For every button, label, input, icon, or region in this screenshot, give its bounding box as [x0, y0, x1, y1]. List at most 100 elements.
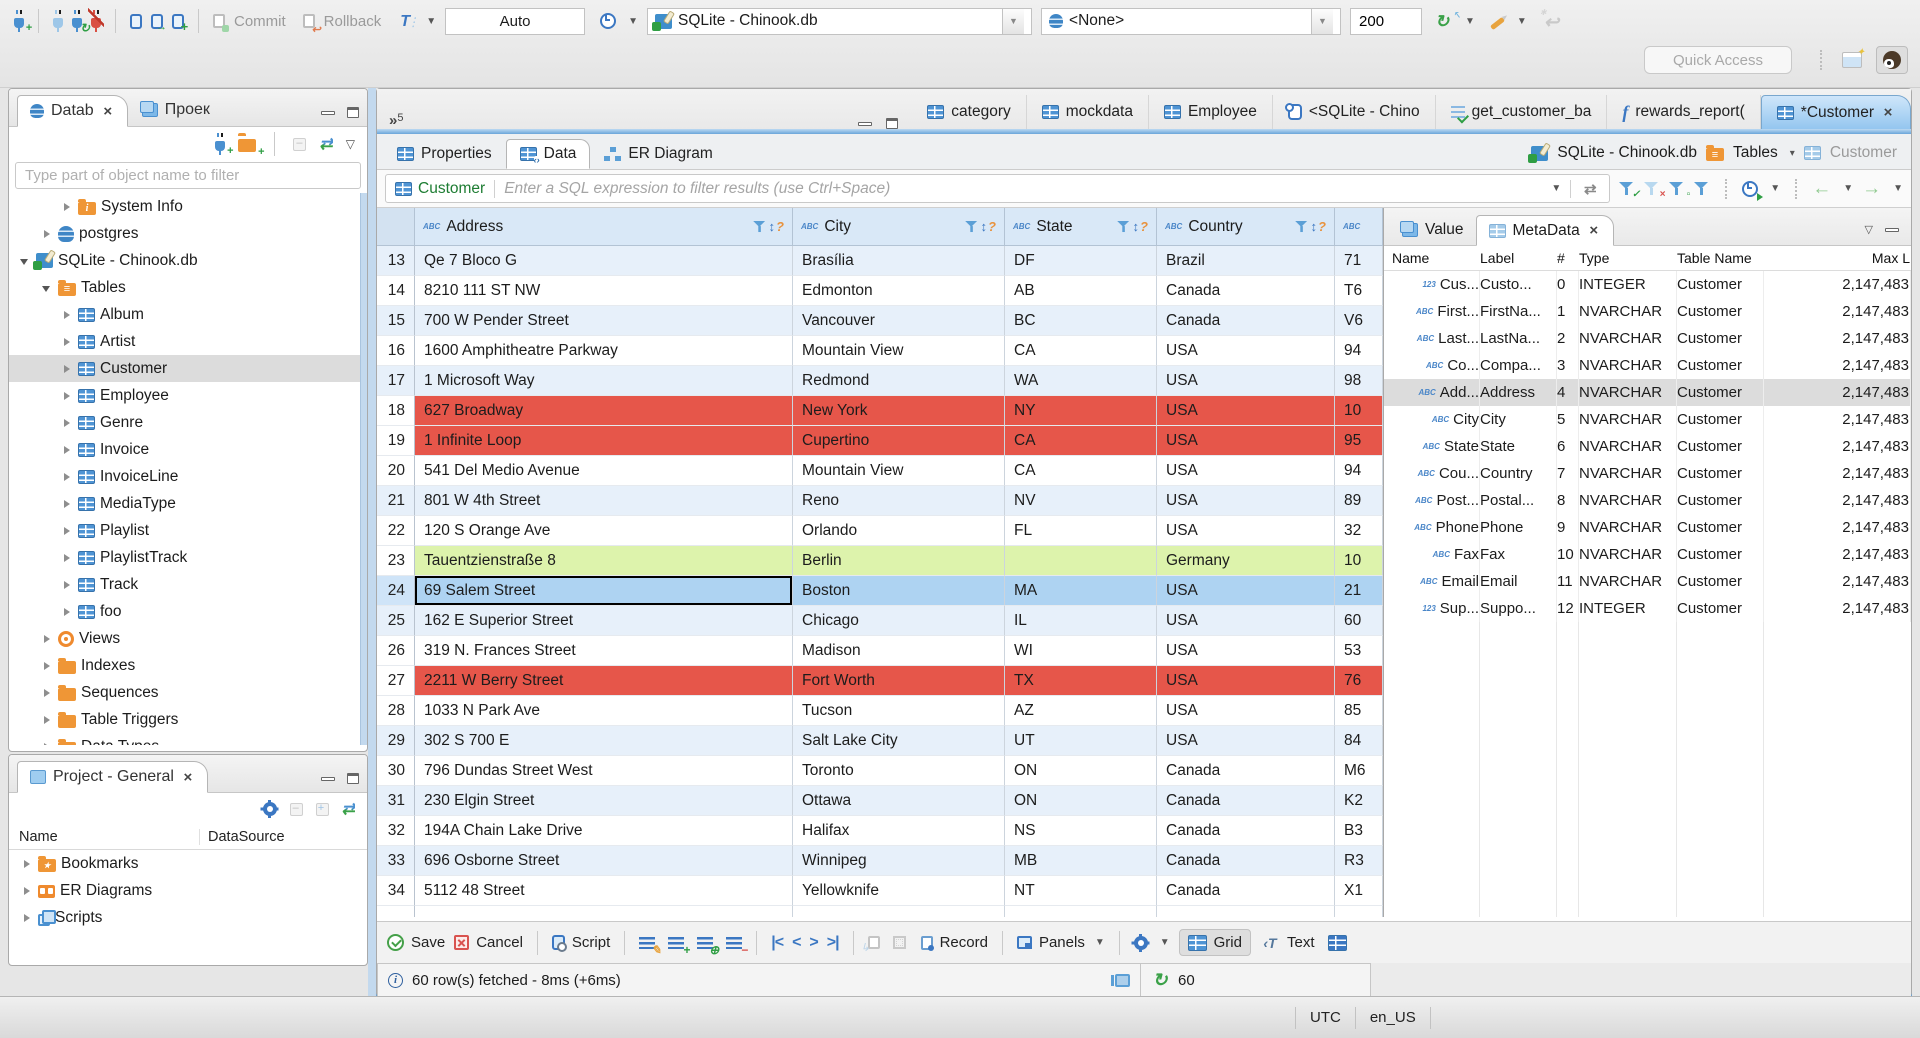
schema-combo[interactable]: <None> ▼ [1041, 7, 1342, 35]
country-cell[interactable]: Canada [1157, 276, 1335, 306]
city-cell[interactable]: Salt Lake City [793, 726, 1005, 756]
state-cell[interactable]: CA [1005, 456, 1157, 486]
column-header[interactable] [1335, 208, 1383, 245]
row-number-cell[interactable]: 27 [377, 666, 415, 696]
auto-refresh-icon[interactable] [1742, 180, 1764, 201]
tree-item[interactable]: Tables [9, 274, 367, 301]
breadcrumb-tables[interactable]: Tables [1733, 144, 1778, 162]
row-number-cell[interactable]: 19 [377, 426, 415, 456]
save-button[interactable]: Save [387, 934, 445, 951]
editor-tab[interactable]: *Customer [1760, 95, 1911, 129]
view-menu-icon[interactable]: ▽ [1865, 223, 1873, 236]
tab-projects[interactable]: Проек [130, 94, 222, 126]
refresh-icon[interactable] [1580, 179, 1600, 199]
editor-tab[interactable]: category [912, 95, 1027, 129]
expand-arrow-icon[interactable] [21, 912, 33, 924]
table-row[interactable]: 14 8210 111 ST NW Edmonton AB Canada T6 [377, 276, 1383, 306]
column-filter-icon[interactable] [1294, 220, 1309, 233]
city-cell[interactable]: Berlin [793, 546, 1005, 576]
minimize-icon[interactable] [1885, 227, 1899, 232]
state-cell[interactable]: NY [1005, 396, 1157, 426]
previous-row-icon[interactable] [792, 934, 800, 952]
expand-arrow-icon[interactable] [61, 444, 73, 456]
expand-arrow-icon[interactable] [41, 741, 53, 745]
row-number-cell[interactable]: 15 [377, 306, 415, 336]
new-connection-icon[interactable]: + [215, 137, 233, 157]
address-cell[interactable]: 2211 W Berry Street [415, 666, 793, 696]
close-icon[interactable] [181, 769, 195, 786]
city-cell[interactable]: Boston [793, 576, 1005, 606]
expand-arrow-icon[interactable] [61, 498, 73, 510]
column-header[interactable]: City [793, 208, 1005, 245]
expand-arrow-icon[interactable] [19, 255, 31, 267]
postalcode-cell[interactable]: 98 [1335, 366, 1383, 396]
country-cell[interactable]: USA [1157, 606, 1335, 636]
tree-item[interactable]: postgres [9, 220, 367, 247]
table-row[interactable]: 13 Qe 7 Bloco G Brasília DF Brazil 71 [377, 246, 1383, 276]
expand-arrow-icon[interactable] [61, 552, 73, 564]
column-sort-icon[interactable] [769, 219, 776, 234]
table-row[interactable]: 20 541 Del Medio Avenue Mountain View CA… [377, 456, 1383, 486]
tree-item[interactable]: Invoice [9, 436, 367, 463]
state-cell[interactable]: NT [1005, 876, 1157, 906]
generate-dropdown-icon[interactable]: ▼ [1517, 16, 1527, 27]
expand-arrow-icon[interactable] [41, 660, 53, 672]
table-row[interactable]: 17 1 Microsoft Way Redmond WA USA 98 [377, 366, 1383, 396]
database-combo-arrow-icon[interactable]: ▼ [1002, 8, 1025, 34]
country-cell[interactable]: Canada [1157, 786, 1335, 816]
cancel-button[interactable]: Cancel [454, 934, 523, 951]
country-cell[interactable]: Brazil [1157, 246, 1335, 276]
expand-arrow-icon[interactable] [61, 417, 73, 429]
city-cell[interactable]: Mountain View [793, 456, 1005, 486]
state-cell[interactable]: NV [1005, 486, 1157, 516]
metadata-row[interactable]: Phone Phone 9 NVARCHAR Customer 2,147,48… [1384, 514, 1911, 541]
postalcode-cell[interactable]: V6 [1335, 306, 1383, 336]
row-number-cell[interactable]: 30 [377, 756, 415, 786]
city-cell[interactable]: Winnipeg [793, 846, 1005, 876]
address-cell[interactable]: Qe 7 Bloco G [415, 246, 793, 276]
minimize-icon[interactable] [321, 776, 335, 781]
country-cell[interactable]: Canada [1157, 816, 1335, 846]
auto-refresh-dropdown-icon[interactable]: ▼ [1770, 183, 1780, 194]
address-cell[interactable]: 1600 Amphitheatre Parkway [415, 336, 793, 366]
tab-value[interactable]: Value [1390, 214, 1476, 245]
country-cell[interactable]: USA [1157, 456, 1335, 486]
expand-arrow-icon[interactable] [61, 201, 73, 213]
tree-item[interactable]: System Info [9, 193, 367, 220]
state-cell[interactable]: DF [1005, 246, 1157, 276]
new-connection-icon[interactable]: + [14, 14, 32, 34]
postalcode-cell[interactable]: 10 [1335, 546, 1383, 576]
state-cell[interactable] [1005, 546, 1157, 576]
address-cell[interactable]: 627 Broadway [415, 396, 793, 426]
postalcode-cell[interactable]: 60 [1335, 606, 1383, 636]
database-combo[interactable]: SQLite - Chinook.db ▼ [647, 7, 1033, 35]
expand-arrow-icon[interactable] [61, 336, 73, 348]
address-cell[interactable]: 700 W Pender Street [415, 306, 793, 336]
new-sql-script-icon[interactable] [172, 13, 188, 34]
expand-arrow-icon[interactable] [21, 858, 33, 870]
country-cell[interactable]: Canada [1157, 876, 1335, 906]
address-cell[interactable]: 801 W 4th Street [415, 486, 793, 516]
city-cell[interactable]: Halifax [793, 816, 1005, 846]
fetch-size-input[interactable] [1350, 7, 1423, 35]
panels-dropdown-icon[interactable]: ▼ [1095, 937, 1105, 948]
row-number-cell[interactable]: 24 [377, 576, 415, 606]
postalcode-cell[interactable]: 89 [1335, 486, 1383, 516]
row-number-cell[interactable]: 21 [377, 486, 415, 516]
column-help-icon[interactable] [776, 219, 784, 234]
calc-panel-icon[interactable] [1111, 973, 1130, 987]
address-cell[interactable]: 796 Dundas Street West [415, 756, 793, 786]
previous-page-icon[interactable]: ← [1812, 178, 1831, 200]
state-cell[interactable]: AZ [1005, 696, 1157, 726]
tree-item[interactable]: Views [9, 625, 367, 652]
link-editor-icon[interactable] [319, 134, 332, 154]
state-cell[interactable]: AB [1005, 276, 1157, 306]
metadata-row[interactable]: Post... Postal... 8 NVARCHAR Customer 2,… [1384, 487, 1911, 514]
country-cell[interactable]: USA [1157, 726, 1335, 756]
postalcode-cell[interactable]: 53 [1335, 636, 1383, 666]
column-header[interactable]: Country [1157, 208, 1335, 245]
city-cell[interactable]: Madison [793, 636, 1005, 666]
close-icon[interactable] [1587, 222, 1601, 239]
reconnect-icon[interactable]: ↻ [72, 14, 90, 34]
city-cell[interactable]: Redmond [793, 366, 1005, 396]
